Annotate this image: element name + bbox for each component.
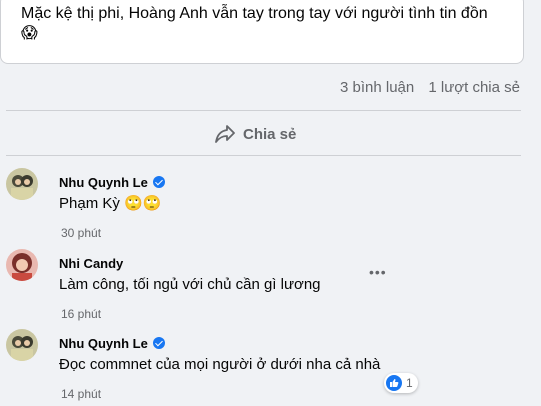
divider <box>6 110 521 111</box>
commenter-name[interactable]: Nhu Quynh Le <box>59 336 148 351</box>
comment-bubble[interactable]: Nhi Candy Làm công, tối ngủ với chủ cần … <box>47 247 356 302</box>
divider <box>6 155 521 156</box>
comment-text: Đọc commnet của mọi người ở dưới nha cả … <box>59 356 381 373</box>
comment-timestamp[interactable]: 16 phút <box>61 307 101 321</box>
reaction-count[interactable]: 1 <box>384 373 418 393</box>
comment-text: Làm công, tối ngủ với chủ cần gì lương <box>59 276 321 293</box>
like-icon <box>386 375 402 391</box>
comment-bubble[interactable]: Nhu Quynh Le Phạm Kỳ 🙄🙄 <box>47 166 182 221</box>
comment-bubble[interactable]: Nhu Quynh Le Đọc commnet của mọi người ở… <box>47 327 420 382</box>
avatar[interactable] <box>6 329 38 361</box>
scream-emoji: 😱 <box>21 25 38 42</box>
share-count-link[interactable]: 1 lượt chia sẻ <box>428 79 520 96</box>
post-stats: 3 bình luận 1 lượt chia sẻ <box>330 79 520 96</box>
avatar[interactable] <box>6 249 38 281</box>
share-icon <box>215 125 235 143</box>
verified-badge-icon <box>152 337 165 349</box>
commenter-name[interactable]: Nhu Quynh Le <box>59 175 148 190</box>
reaction-number: 1 <box>406 376 413 390</box>
verified-badge-icon <box>152 176 165 188</box>
scrollbar[interactable] <box>533 0 541 406</box>
comment-timestamp[interactable]: 30 phút <box>61 226 101 240</box>
commenter-name[interactable]: Nhi Candy <box>59 256 123 271</box>
comment-count-link[interactable]: 3 bình luận <box>340 79 414 96</box>
comment-text: Phạm Kỳ 🙄🙄 <box>59 195 162 212</box>
comment-timestamp[interactable]: 14 phút <box>61 387 101 401</box>
post-caption: Mặc kệ thị phi, Hoàng Anh vẫn tay trong … <box>21 5 488 42</box>
avatar[interactable] <box>6 168 38 200</box>
shared-post-card[interactable]: Mặc kệ thị phi, Hoàng Anh vẫn tay trong … <box>0 0 524 64</box>
share-label: Chia sẻ <box>243 125 297 143</box>
more-options-icon[interactable]: ••• <box>369 264 387 280</box>
share-button[interactable]: Chia sẻ <box>215 121 296 147</box>
